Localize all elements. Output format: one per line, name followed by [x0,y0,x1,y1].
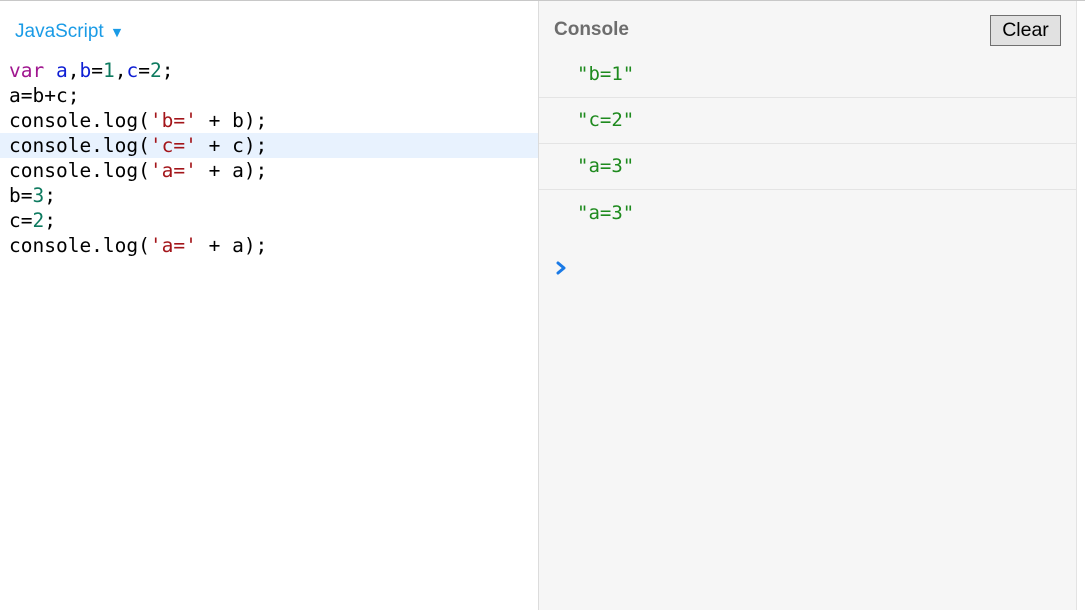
triangle-down-icon: ▼ [112,25,122,39]
code-token: 1 [102,59,115,82]
scrollbar-track[interactable] [1077,1,1085,610]
code-token: var [9,59,45,82]
code-area[interactable]: var a,b=1,c=2; a=b+c; console.log('b=' + b… [0,58,538,258]
code-token: c= [9,209,33,232]
code-line[interactable]: var a,b=1,c=2; [0,58,538,83]
console-log-entry: "c=2" [539,98,1076,144]
code-token: console.log( [9,159,150,182]
console-log-entry: "a=3" [539,190,1076,236]
console-title: Console [554,19,629,40]
code-token: ; [44,184,56,207]
code-token: ; [44,209,56,232]
code-line[interactable]: console.log('c=' + c); [0,133,538,158]
code-token: b= [9,184,33,207]
console-log-text: "c=2" [577,109,635,131]
code-line[interactable]: console.log('a=' + a); [0,233,538,258]
code-line[interactable]: a=b+c; [0,83,538,108]
code-token: , [114,59,127,82]
code-token: 'b=' [149,109,197,132]
code-token: 'c=' [149,134,197,157]
code-token: = [91,59,103,82]
code-token: = [138,59,150,82]
code-token: + c); [196,134,268,157]
code-editor-pane[interactable]: JavaScript ▼ var a,b=1,c=2; a=b+c; console… [0,1,538,610]
chevron-right-icon[interactable] [554,256,570,280]
code-token: console.log( [9,134,150,157]
console-pane: Console Clear "b=1" "c=2" "a=3" "a=3" [539,1,1077,610]
code-line[interactable]: console.log('a=' + a); [0,158,538,183]
code-token: 3 [32,184,45,207]
code-token: 'a=' [149,234,197,257]
console-log-text: "a=3" [577,155,635,177]
code-line[interactable]: c=2; [0,208,538,233]
code-token: 2 [32,209,45,232]
language-selector[interactable]: JavaScript ▼ [15,20,121,44]
code-token: ; [161,59,174,82]
clear-button[interactable]: Clear [990,15,1061,46]
code-token: console.log( [9,109,150,132]
code-token: + a); [196,159,268,182]
code-token: + b); [196,109,268,132]
code-token: b [79,59,92,82]
console-log-text: "a=3" [577,201,635,224]
console-log-list: "b=1" "c=2" "a=3" "a=3" [539,52,1076,236]
code-token: a=b+c; [9,84,80,107]
code-token: 'a=' [149,159,197,182]
console-log-entry: "a=3" [539,144,1076,190]
code-token: , [67,59,80,82]
console-log-entry: "b=1" [539,52,1076,98]
code-line[interactable]: console.log('b=' + b); [0,108,538,133]
code-line[interactable]: b=3; [0,183,538,208]
code-token: + a); [196,234,268,257]
code-token: 2 [149,59,162,82]
language-label: JavaScript [15,21,104,42]
code-token: a [55,59,68,82]
code-token: c [126,59,139,82]
code-token: console.log( [9,234,150,257]
console-log-text: "b=1" [577,63,635,85]
